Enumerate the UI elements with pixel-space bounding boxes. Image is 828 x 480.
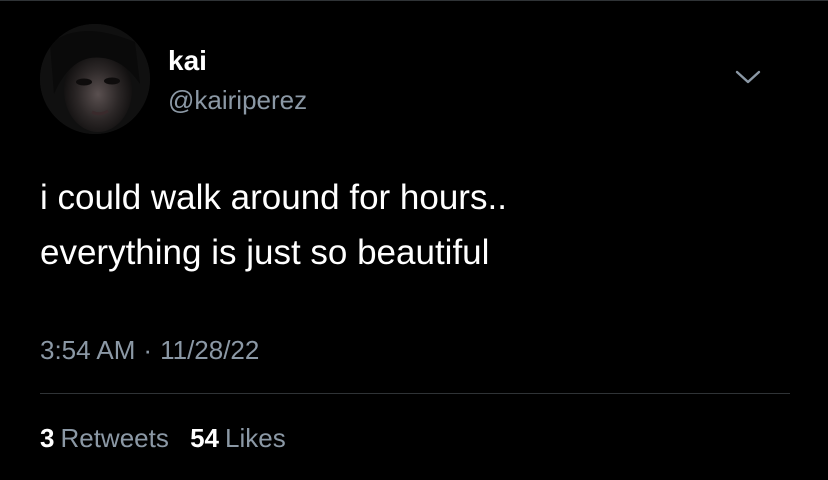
meta-separator: · bbox=[143, 335, 153, 365]
tweet-text-line: i could walk around for hours.. bbox=[40, 178, 507, 217]
retweets-count: 3 bbox=[40, 423, 55, 453]
profile-photo-icon bbox=[40, 24, 150, 134]
likes-label: Likes bbox=[225, 423, 286, 453]
likes-stat[interactable]: 54 Likes bbox=[190, 422, 286, 454]
retweets-stat[interactable]: 3 Retweets bbox=[40, 422, 169, 454]
tweet-date: 11/28/22 bbox=[160, 335, 260, 365]
tweet-text-line: everything is just so beautiful bbox=[40, 233, 490, 272]
display-name[interactable]: kai bbox=[168, 44, 207, 78]
chevron-down-icon[interactable] bbox=[732, 64, 764, 90]
tweet-text: i could walk around for hours.. everythi… bbox=[40, 170, 800, 280]
user-handle[interactable]: @kairiperez bbox=[168, 84, 307, 116]
retweets-label: Retweets bbox=[60, 423, 169, 453]
stats-divider bbox=[40, 393, 790, 394]
tweet-timestamp[interactable]: 3:54 AM · 11/28/22 bbox=[40, 334, 259, 366]
top-divider bbox=[0, 0, 828, 1]
tweet-time: 3:54 AM bbox=[40, 335, 136, 365]
avatar[interactable] bbox=[40, 24, 150, 134]
tweet-stats: 3 Retweets 54 Likes bbox=[40, 422, 286, 454]
likes-count: 54 bbox=[190, 423, 220, 453]
